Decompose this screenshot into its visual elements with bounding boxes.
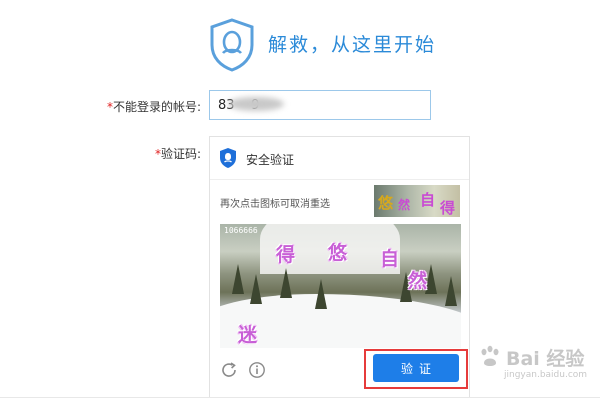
puzzle-char[interactable]: 然 [408, 266, 427, 293]
target-characters: 悠 然 自 得 [374, 185, 460, 217]
account-label: *不能登录的帐号: [107, 98, 201, 115]
verify-button[interactable]: 验证 [373, 354, 459, 382]
puzzle-char[interactable]: 迷 [238, 320, 257, 347]
target-char: 悠 [378, 194, 394, 212]
page: 解救，从这里开始 *不能登录的帐号: *验证码: 安全验证 再次点击图标可取消重… [0, 0, 600, 400]
target-char: 得 [440, 199, 456, 217]
captcha-image[interactable]: 1066666 得 悠 自 然 迷 [220, 224, 461, 348]
baidu-watermark: Bai 经验 jingyan.baidu.com [476, 340, 594, 390]
code-label-text: 验证码: [161, 147, 202, 161]
captcha-title: 安全验证 [246, 153, 295, 167]
captcha-instruction: 再次点击图标可取消重选 [220, 199, 330, 210]
qq-shield-logo-icon [210, 18, 254, 72]
account-label-text: 不能登录的帐号: [113, 100, 202, 114]
refresh-icon[interactable] [220, 361, 238, 379]
tree [280, 268, 292, 298]
page-title: 解救，从这里开始 [268, 34, 437, 56]
puzzle-char[interactable]: 自 [380, 244, 399, 271]
tree [445, 276, 457, 306]
image-id: 1066666 [224, 226, 258, 235]
puzzle-char[interactable]: 得 [276, 240, 295, 267]
shield-icon [220, 148, 236, 168]
code-label: *验证码: [155, 145, 201, 162]
paw-icon [481, 345, 499, 366]
tree [232, 264, 244, 294]
tree [250, 274, 262, 304]
masked-digits [228, 97, 284, 111]
target-char: 然 [398, 198, 411, 212]
divider [210, 179, 469, 180]
watermark-url: jingyan.baidu.com [504, 370, 588, 380]
bottom-divider [0, 397, 600, 398]
tree [315, 279, 327, 309]
puzzle-char[interactable]: 悠 [328, 238, 347, 265]
watermark-text: Bai 经验 [506, 348, 585, 370]
target-char: 自 [420, 191, 436, 209]
info-icon[interactable] [248, 361, 266, 379]
